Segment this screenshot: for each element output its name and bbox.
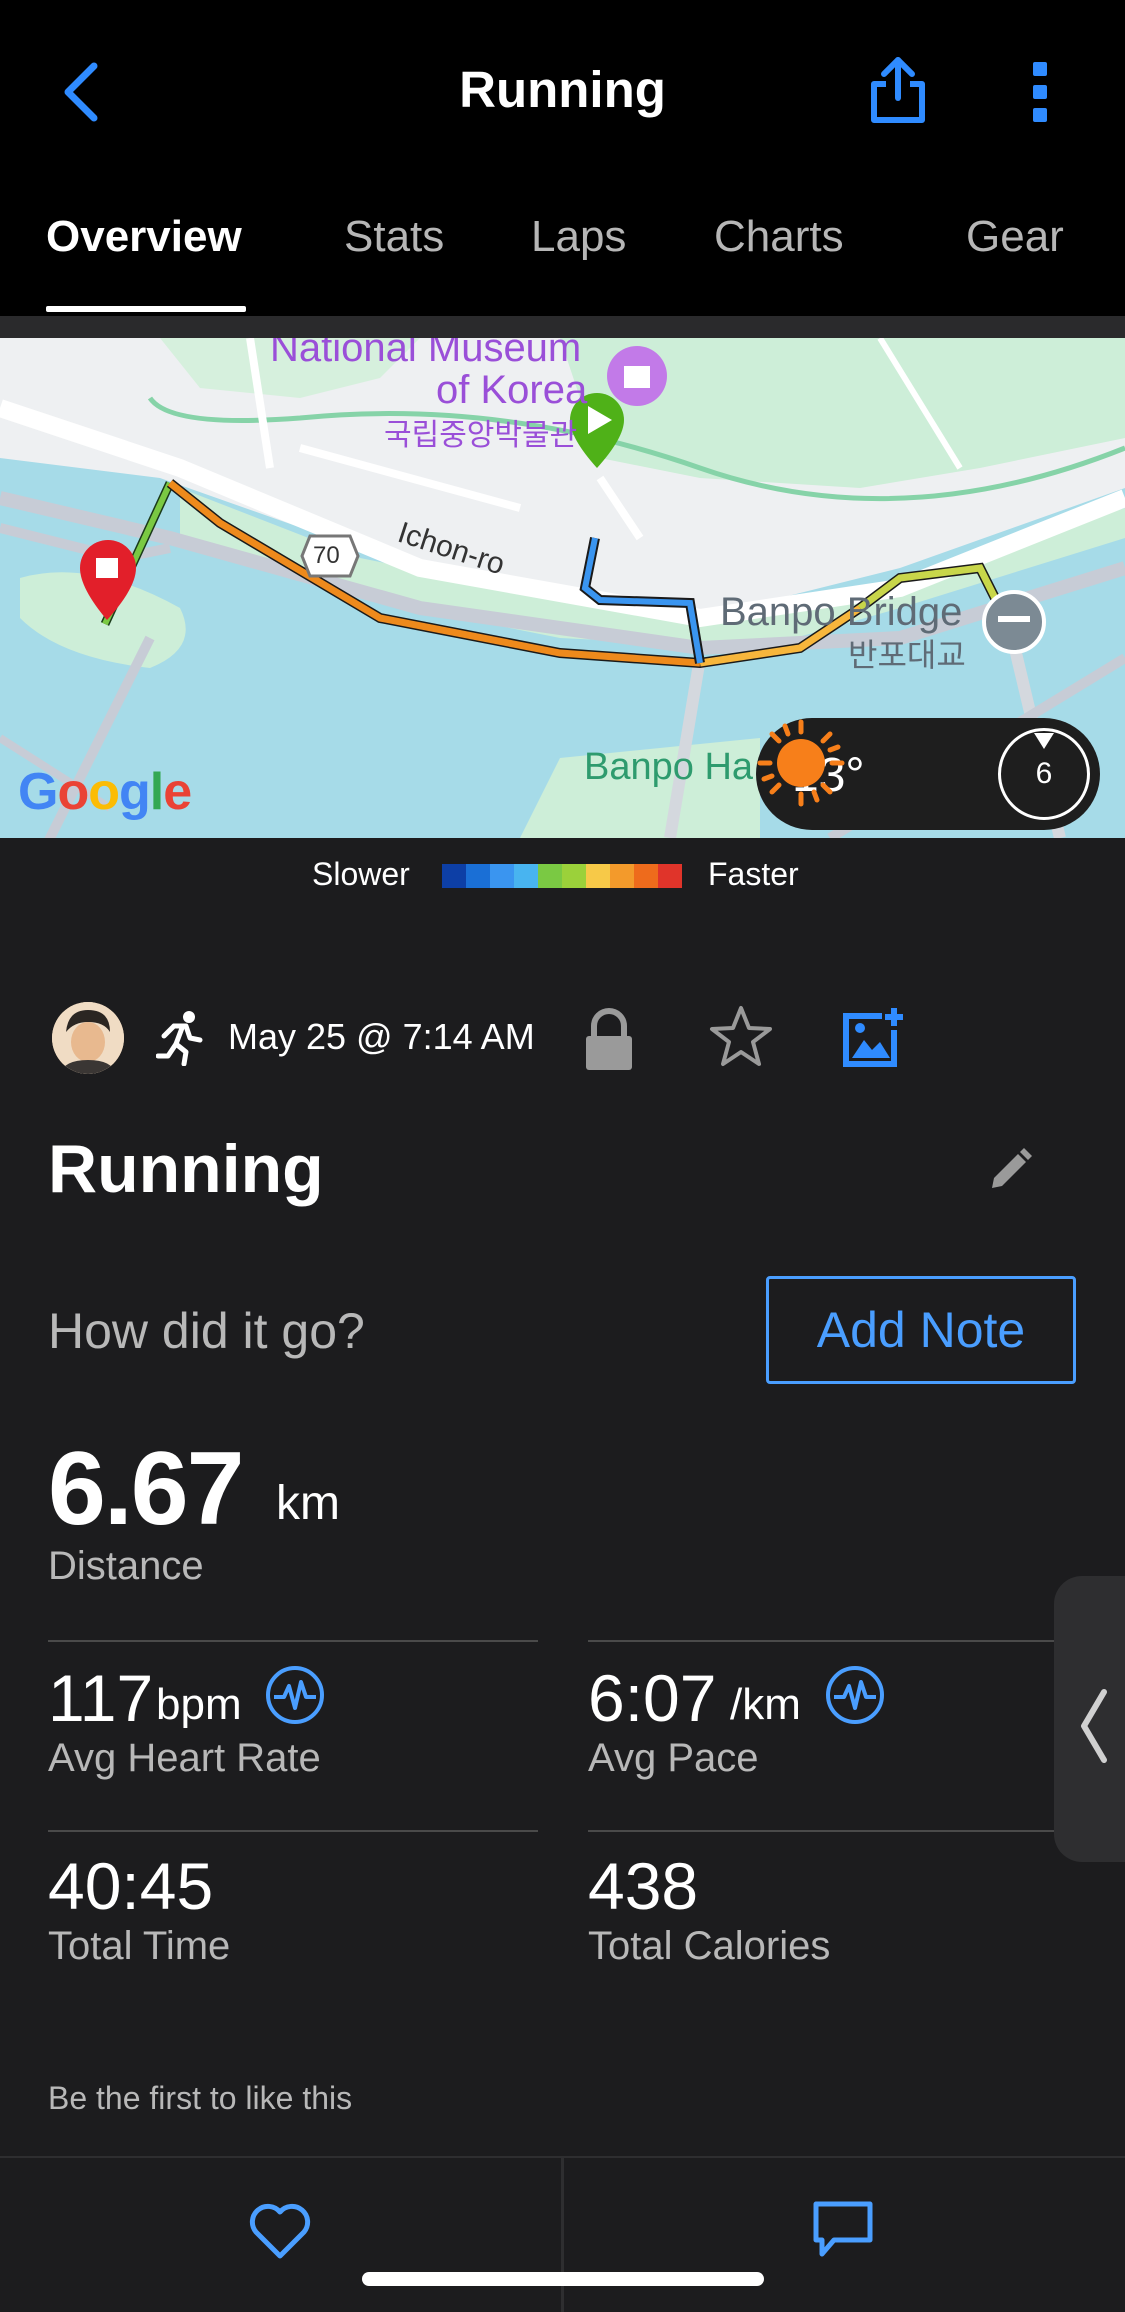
tab-bar: Overview Stats Laps Charts Gear <box>0 200 1125 316</box>
legend-swatch <box>634 864 658 888</box>
map-label-bridge: Banpo Bridge <box>720 590 963 634</box>
legend-swatch <box>538 864 562 888</box>
top-bar: Running Overview Stats Laps Charts Gear <box>0 0 1125 316</box>
map-label-route-number: 70 <box>313 542 340 569</box>
add-note-button[interactable]: Add Note <box>766 1276 1076 1384</box>
route-map[interactable]: National Museum of Korea 국립중앙박물관 Ichon-r… <box>0 338 1125 838</box>
likes-text: Be the first to like this <box>48 2080 353 2116</box>
map-label-museum-ko: 국립중앙박물관 <box>384 419 578 452</box>
distance-unit: km <box>276 1477 340 1530</box>
avatar-image <box>52 1002 124 1074</box>
pace-zone-icon[interactable] <box>824 1664 886 1726</box>
divider <box>588 1830 1058 1832</box>
legend-faster-label: Faster <box>708 856 799 892</box>
map-label-park: Banpo Ha <box>584 746 754 788</box>
bottom-bar-divider <box>561 2158 564 2312</box>
add-photo-icon[interactable] <box>842 1006 906 1068</box>
divider <box>588 1640 1058 1642</box>
side-drawer-tab[interactable] <box>1054 1576 1125 1862</box>
bottom-action-bar <box>0 2156 1125 2312</box>
total-calories-label: Total Calories <box>588 1924 831 1968</box>
share-icon[interactable] <box>868 56 928 124</box>
avg-heart-rate-value: 117 <box>48 1661 154 1735</box>
legend-swatch <box>610 864 634 888</box>
heart-rate-zone-icon[interactable] <box>264 1664 326 1726</box>
avg-heart-rate-unit: bpm <box>156 1680 242 1729</box>
home-indicator <box>362 2272 764 2286</box>
legend-swatch <box>514 864 538 888</box>
avg-pace-unit: /km <box>730 1680 801 1729</box>
legend-swatch <box>442 864 466 888</box>
tab-overview[interactable]: Overview <box>46 212 242 262</box>
avg-pace-label: Avg Pace <box>588 1736 759 1780</box>
tab-laps[interactable]: Laps <box>531 212 626 262</box>
total-time-label: Total Time <box>48 1924 231 1968</box>
activity-meta-row: May 25 @ 7:14 AM <box>0 990 1125 1090</box>
pace-legend: Slower Faster <box>0 850 1125 900</box>
distance-label: Distance <box>48 1544 204 1588</box>
tabs-separator <box>0 316 1125 338</box>
wind-speed: 6 <box>1035 757 1053 790</box>
divider <box>48 1640 538 1642</box>
google-logo: Google <box>18 763 192 821</box>
legend-swatch <box>658 864 682 888</box>
comment-icon[interactable] <box>812 2200 874 2260</box>
tab-charts[interactable]: Charts <box>714 212 844 262</box>
legend-swatch <box>466 864 490 888</box>
wind-indicator: 6 <box>998 728 1090 820</box>
lock-icon[interactable] <box>582 1008 636 1072</box>
activity-date: May 25 @ 7:14 AM <box>228 1016 535 1057</box>
legend-swatch <box>490 864 514 888</box>
activity-title: Running <box>48 1131 324 1207</box>
heart-icon[interactable] <box>248 2202 312 2260</box>
weather-badge: 13° 6 <box>756 718 1100 830</box>
avatar[interactable] <box>52 1002 124 1074</box>
legend-color-bar <box>442 864 682 888</box>
map-label-museum-2: of Korea <box>436 368 588 412</box>
tab-stats[interactable]: Stats <box>344 212 444 262</box>
active-tab-indicator <box>46 306 246 312</box>
divider <box>48 1830 538 1832</box>
total-calories-value: 438 <box>588 1849 699 1923</box>
tab-gear[interactable]: Gear <box>966 212 1064 262</box>
running-icon <box>156 1011 203 1066</box>
avg-heart-rate-label: Avg Heart Rate <box>48 1736 321 1780</box>
wind-direction-icon <box>1034 733 1054 749</box>
total-time-value: 40:45 <box>48 1849 214 1923</box>
legend-swatch <box>562 864 586 888</box>
sun-icon <box>757 719 845 807</box>
nav-bar: Running <box>0 0 1125 185</box>
edit-icon[interactable] <box>986 1146 1034 1194</box>
avg-pace-value: 6:07 <box>588 1661 717 1735</box>
star-icon[interactable] <box>708 1004 774 1070</box>
legend-slower-label: Slower <box>312 856 410 892</box>
page-title: Running <box>459 61 666 118</box>
note-prompt: How did it go? <box>48 1303 365 1359</box>
map-label-museum: National Museum <box>270 338 582 370</box>
chevron-left-icon <box>1081 1689 1107 1763</box>
more-vertical-icon[interactable] <box>1026 60 1056 124</box>
legend-swatch <box>586 864 610 888</box>
distance-value: 6.67 <box>48 1431 244 1547</box>
map-label-bridge-ko: 반포대교 <box>848 637 966 673</box>
